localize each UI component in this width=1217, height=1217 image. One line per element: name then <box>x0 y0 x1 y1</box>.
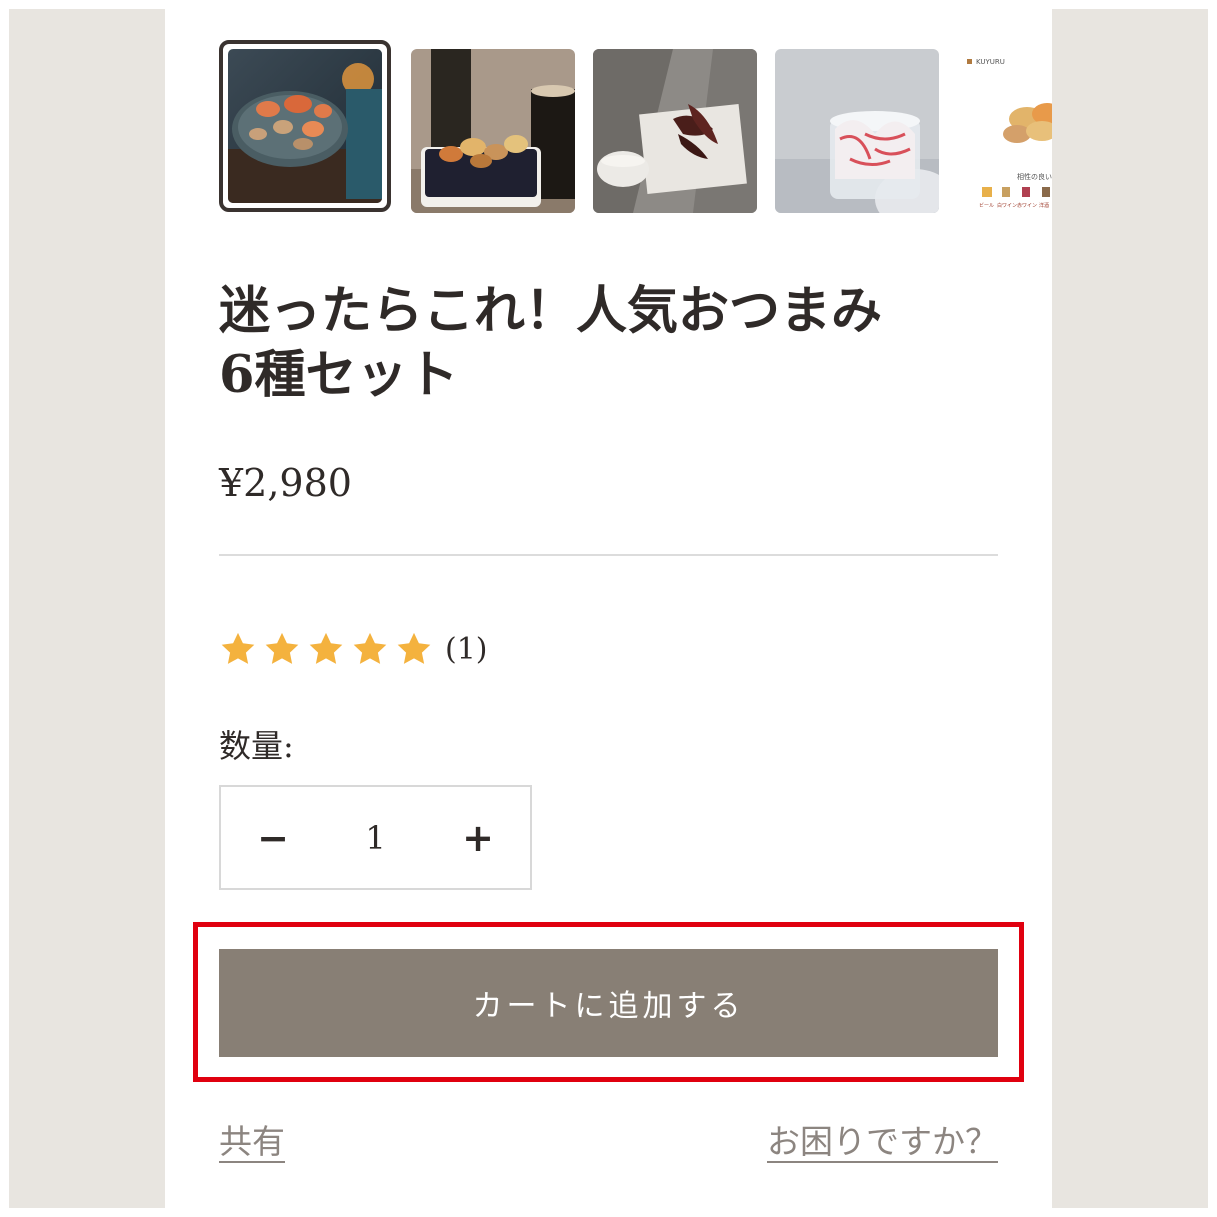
quantity-stepper: − 1 + <box>219 785 532 890</box>
thumbnail-4[interactable] <box>775 49 939 213</box>
thumbnail-3[interactable] <box>593 49 757 213</box>
thumbnail-5-image: KUYURU 相性の良いお ビール 白ワイン 赤ワイン 洋酒 <box>957 49 1052 213</box>
divider <box>219 554 998 556</box>
thumbnail-1[interactable] <box>219 40 391 212</box>
help-link[interactable]: お困りですか？ <box>767 1115 998 1163</box>
thumb5-drink-3: 赤ワイン <box>1017 203 1037 209</box>
decrease-quantity-button[interactable]: − <box>221 787 325 888</box>
thumbnail-1-image <box>228 49 382 203</box>
star-icon <box>221 632 255 664</box>
increase-quantity-button[interactable]: + <box>426 787 530 888</box>
quantity-input[interactable]: 1 <box>325 819 426 857</box>
thumbnail-2-image <box>411 49 575 213</box>
star-icon <box>265 632 299 664</box>
thumb5-brand: KUYURU <box>976 58 1005 66</box>
thumbnail-5[interactable]: KUYURU 相性の良いお ビール 白ワイン 赤ワイン 洋酒 <box>957 49 1052 213</box>
thumbnail-4-image <box>775 49 939 213</box>
star-icon <box>309 632 343 664</box>
product-price: ¥2,980 <box>219 461 352 505</box>
thumb5-drink-1: ビール <box>979 202 994 209</box>
thumb5-drink-2: 白ワイン <box>997 202 1017 209</box>
add-to-cart-button[interactable]: カートに追加する <box>219 949 998 1057</box>
rating-count: (1) <box>445 631 488 667</box>
thumbnail-2[interactable] <box>411 49 575 213</box>
product-title: 迷ったらこれ！人気おつまみ 6種セット <box>219 279 1019 407</box>
share-link[interactable]: 共有 <box>219 1115 285 1163</box>
product-title-line-1: 迷ったらこれ！人気おつまみ <box>219 281 883 341</box>
quantity-label: 数量: <box>219 727 294 765</box>
product-title-line-2: 6種セット <box>219 345 459 405</box>
thumb5-drink-4: 洋酒 <box>1039 202 1049 209</box>
star-rating[interactable]: (1) <box>219 627 488 671</box>
thumbnail-gallery: KUYURU 相性の良いお ビール 白ワイン 赤ワイン 洋酒 <box>219 40 1052 225</box>
star-icon <box>397 632 431 664</box>
thumbnail-3-image <box>593 49 757 213</box>
product-page: KUYURU 相性の良いお ビール 白ワイン 赤ワイン 洋酒 <box>165 9 1052 1208</box>
star-icon <box>353 632 387 664</box>
thumb5-caption: 相性の良いお <box>1017 172 1052 181</box>
